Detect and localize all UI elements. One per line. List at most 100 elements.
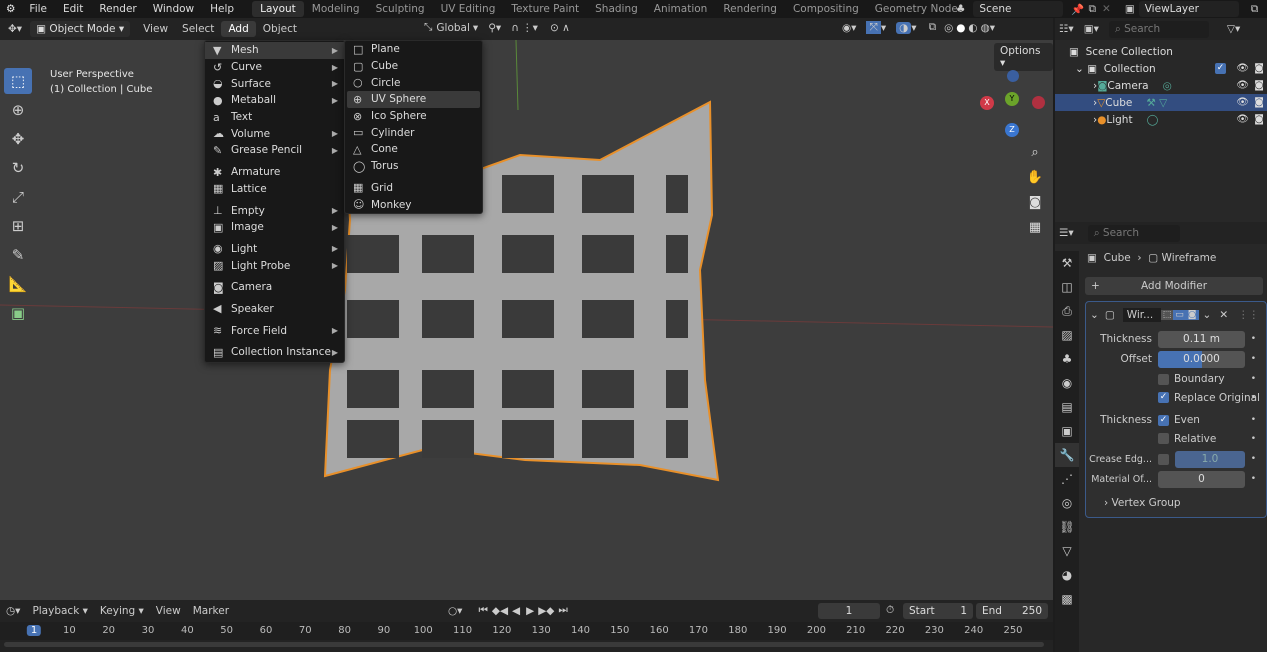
add-menu-item-camera[interactable]: ◙ Camera bbox=[205, 279, 344, 296]
collapse-chevron-icon[interactable]: ⌄ bbox=[1090, 309, 1099, 321]
scene-collection-row[interactable]: ▣ Scene Collection bbox=[1055, 43, 1267, 60]
add-cube-icon[interactable]: ▣ bbox=[4, 300, 32, 326]
tab-layout[interactable]: Layout bbox=[252, 1, 304, 17]
transform-icon[interactable]: ⊞ bbox=[4, 213, 32, 239]
tab-rendering[interactable]: Rendering bbox=[715, 1, 785, 17]
shading-rendered-icon[interactable]: ◍ bbox=[981, 22, 990, 34]
jump-end-icon[interactable]: ⏭ bbox=[558, 604, 567, 617]
scene-icon[interactable]: ♣ bbox=[948, 3, 973, 15]
timeline-menu-marker[interactable]: Marker bbox=[187, 605, 235, 617]
menu-render[interactable]: Render bbox=[91, 3, 144, 15]
pin-icon[interactable]: 📌 bbox=[1071, 3, 1084, 16]
add-menu-item-volume[interactable]: ☁ Volume ▶ bbox=[205, 125, 344, 142]
add-menu-item-grease-pencil[interactable]: ✎ Grease Pencil ▶ bbox=[205, 142, 344, 159]
frame-ruler[interactable]: 1 10 20 30 40 50 60 70 80 90 100 110 120 130 140 150 160… bbox=[0, 622, 1053, 640]
mesh-item-grid[interactable]: ▦ Grid bbox=[347, 180, 480, 197]
remove-modifier-icon[interactable]: ✕ bbox=[1219, 309, 1228, 321]
add-menu-item-armature[interactable]: ✱ Armature bbox=[205, 164, 344, 181]
timeline-menu-keying[interactable]: Keying ▾ bbox=[94, 605, 150, 617]
menu-file[interactable]: File bbox=[21, 3, 55, 15]
add-menu-item-force-field[interactable]: ≋ Force Field ▶ bbox=[205, 322, 344, 339]
overlay-toggle-icon[interactable]: ◑ bbox=[896, 21, 912, 34]
properties-tab-scene[interactable]: ♣ bbox=[1055, 347, 1079, 371]
zoom-icon[interactable]: ⌕ bbox=[1025, 140, 1045, 165]
next-keyframe-icon[interactable]: ▶◆ bbox=[538, 605, 554, 617]
end-frame-field[interactable]: End 250 bbox=[976, 603, 1048, 619]
add-menu-item-light[interactable]: ◉ Light ▶ bbox=[205, 241, 344, 258]
menu-edit[interactable]: Edit bbox=[55, 3, 91, 15]
properties-tab-modifier-wrench[interactable]: 🔧 bbox=[1055, 443, 1079, 467]
render-camera-icon[interactable]: ◙ bbox=[1254, 97, 1264, 108]
blender-logo-icon[interactable]: ⚙ bbox=[0, 3, 21, 15]
mesh-item-uv-sphere[interactable]: ⊕ UV Sphere bbox=[347, 91, 480, 108]
snap-icon[interactable]: ∩ ⋮▾ bbox=[511, 22, 538, 34]
menu-help[interactable]: Help bbox=[202, 3, 242, 15]
menu-object[interactable]: Object bbox=[256, 21, 304, 37]
add-menu-item-text[interactable]: a Text bbox=[205, 109, 344, 126]
render-camera-icon[interactable]: ◙ bbox=[1254, 80, 1264, 91]
shading-material-icon[interactable]: ◐ bbox=[968, 22, 977, 34]
perspective-grid-icon[interactable]: ▦ bbox=[1025, 215, 1045, 240]
timeline-menu-view[interactable]: View bbox=[150, 605, 187, 617]
mesh-item-circle[interactable]: ○ Circle bbox=[347, 74, 480, 91]
properties-tab-object[interactable]: ▣ bbox=[1055, 419, 1079, 443]
relative-row[interactable]: Relative • bbox=[1086, 430, 1266, 447]
menu-add[interactable]: Add bbox=[221, 21, 256, 37]
options-button[interactable]: Options ▾ bbox=[994, 43, 1053, 71]
select-box-icon[interactable]: ⬚ bbox=[4, 68, 32, 94]
tab-texture-paint[interactable]: Texture Paint bbox=[503, 1, 587, 17]
properties-search[interactable]: ⌕ Search bbox=[1087, 224, 1180, 242]
pivot-icon[interactable]: ⚲▾ bbox=[488, 22, 501, 34]
tab-sculpting[interactable]: Sculpting bbox=[368, 1, 433, 17]
cursor-icon[interactable]: ⊕ bbox=[4, 97, 32, 123]
gizmo-z[interactable]: Z bbox=[1005, 123, 1019, 137]
render-camera-icon[interactable]: ◙ bbox=[1254, 114, 1264, 125]
gizmo-y[interactable]: Y bbox=[1005, 92, 1019, 106]
tab-modeling[interactable]: Modeling bbox=[304, 1, 368, 17]
jump-start-icon[interactable]: ⏮ bbox=[478, 604, 487, 617]
editmode-toggle-icon[interactable]: ⬚ bbox=[1160, 310, 1174, 320]
render-toggle-icon[interactable]: ◙ bbox=[1185, 310, 1199, 320]
proportional-edit-icon[interactable]: ⊙ ∧ bbox=[550, 22, 570, 34]
outliner-row-cube[interactable]: › ▽ Cube ⚒ ▽ 👁 ◙ bbox=[1055, 94, 1267, 111]
properties-tab-tool[interactable]: ⚒ bbox=[1055, 251, 1079, 275]
properties-tab-particles[interactable]: ⋰ bbox=[1055, 467, 1079, 491]
menu-select[interactable]: Select bbox=[175, 21, 221, 37]
mesh-item-cylinder[interactable]: ▭ Cylinder bbox=[347, 124, 480, 141]
pan-hand-icon[interactable]: ✋ bbox=[1025, 165, 1045, 190]
stopwatch-icon[interactable]: ⏱ bbox=[886, 604, 894, 617]
thickness-field[interactable]: 0.11 m bbox=[1158, 330, 1245, 348]
rotate-icon[interactable]: ↻ bbox=[4, 155, 32, 181]
properties-tab-render[interactable]: ◫ bbox=[1055, 275, 1079, 299]
add-menu-item-speaker[interactable]: ◀ Speaker bbox=[205, 301, 344, 318]
add-menu-item-mesh[interactable]: ▼ Mesh ▶ bbox=[205, 42, 344, 59]
outliner-editor-icon[interactable]: ☷▾ bbox=[1059, 23, 1074, 35]
visibility-icon[interactable]: ◉▾ bbox=[842, 22, 856, 34]
start-frame-field[interactable]: Start 1 bbox=[903, 603, 973, 619]
play-reverse-icon[interactable]: ◀ bbox=[512, 605, 520, 617]
vertex-group-subpanel[interactable]: › Vertex Group bbox=[1086, 493, 1266, 513]
mesh-item-ico-sphere[interactable]: ⊗ Ico Sphere bbox=[347, 108, 480, 125]
new-view-layer-icon[interactable]: ⧉ bbox=[1251, 3, 1259, 16]
display-mode-icon[interactable]: ▣▾ bbox=[1084, 23, 1099, 35]
annotate-icon[interactable]: ✎ bbox=[4, 242, 32, 268]
prev-keyframe-icon[interactable]: ◆◀ bbox=[492, 605, 508, 617]
offset-slider[interactable]: 0.0000 bbox=[1158, 350, 1245, 368]
add-menu-item-collection-instance[interactable]: ▤ Collection Instance ▶ bbox=[205, 344, 344, 361]
properties-tab-material[interactable]: ◕ bbox=[1055, 563, 1079, 587]
orientation-selector[interactable]: Global bbox=[436, 22, 470, 34]
auto-keying-icon[interactable]: ○▾ bbox=[448, 605, 462, 617]
replace-original-checkbox[interactable]: ✓ bbox=[1158, 392, 1169, 403]
replace-original-row[interactable]: ✓ Replace Original • bbox=[1086, 389, 1266, 406]
3d-viewport[interactable]: User Perspective (1) Collection | Cube O… bbox=[0, 40, 1053, 600]
add-menu-item-curve[interactable]: ↺ Curve ▶ bbox=[205, 59, 344, 76]
add-menu-item-image[interactable]: ▣ Image ▶ bbox=[205, 219, 344, 236]
add-menu-item-surface[interactable]: ◒ Surface ▶ bbox=[205, 75, 344, 92]
camera-view-icon[interactable]: ◙ bbox=[1025, 190, 1045, 215]
gizmo-toggle-icon[interactable]: ⤧ bbox=[866, 21, 881, 34]
properties-tab-world[interactable]: ◉ bbox=[1055, 371, 1079, 395]
mesh-item-torus[interactable]: ◯ Torus bbox=[347, 158, 480, 175]
tab-shading[interactable]: Shading bbox=[587, 1, 646, 17]
menu-view[interactable]: View bbox=[136, 21, 175, 37]
current-frame-field[interactable]: 1 bbox=[818, 603, 880, 619]
